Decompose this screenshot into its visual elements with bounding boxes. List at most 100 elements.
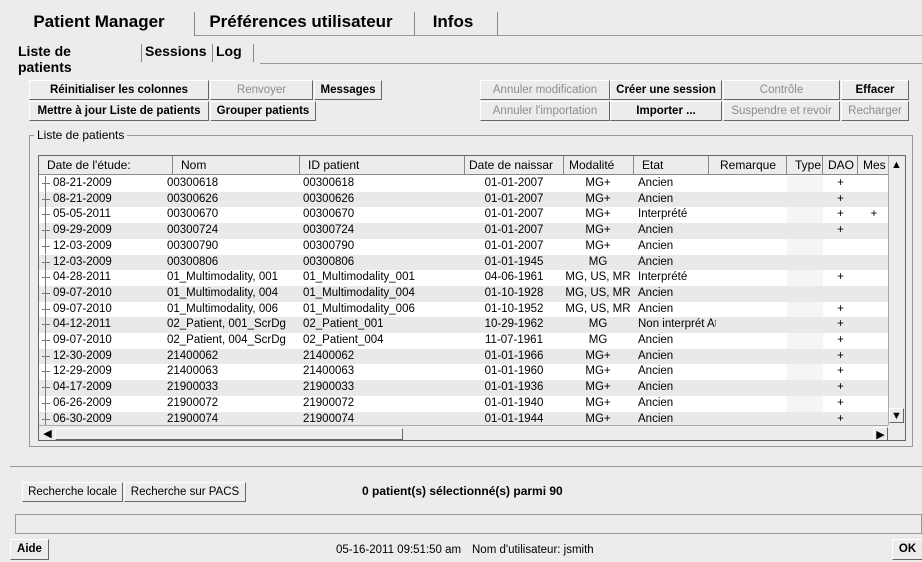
table-row[interactable]: 12-03-2009 00300806 00300806 01-01-1945 MG An… bbox=[39, 254, 890, 271]
tab-log[interactable]: Log bbox=[216, 41, 242, 63]
table-row[interactable]: 06-26-2009 21900072 21900072 01-01-1940 MG+ A… bbox=[39, 395, 890, 412]
table-row[interactable]: 05-05-2011 00300670 00300670 01-01-2007 MG+ I… bbox=[39, 207, 890, 223]
cell-name: 01_Multimodality, 006 bbox=[167, 302, 279, 315]
cancel-modification-button[interactable]: Annuler modification bbox=[480, 80, 610, 100]
tab-separator bbox=[497, 12, 498, 36]
tree-expander-icon[interactable] bbox=[42, 333, 50, 349]
create-session-button[interactable]: Créer une session bbox=[610, 80, 722, 100]
table-row[interactable]: 06-30-2009 21900074 21900074 01-01-1944 MG+ A… bbox=[39, 411, 890, 426]
table-row[interactable]: 08-21-2009 00300626 00300626 01-01-2007 MG+ A… bbox=[39, 191, 890, 208]
column-header-study-date[interactable]: Date de l'étude: bbox=[39, 156, 173, 175]
table-row[interactable]: 09-29-2009 00300724 00300724 01-01-2007 MG+ A… bbox=[39, 223, 890, 239]
cell-name: 02_Patient, 004_ScrDg bbox=[167, 334, 286, 346]
cell-messages bbox=[858, 333, 890, 349]
tree-expander-icon[interactable] bbox=[42, 207, 50, 223]
erase-button[interactable]: Effacer bbox=[841, 80, 909, 100]
cell-state: Ancien bbox=[638, 224, 674, 237]
cell-type bbox=[787, 396, 823, 412]
cell-name: 02_Patient, 001_ScrDg bbox=[167, 318, 286, 331]
tab-separator bbox=[253, 44, 254, 62]
scroll-down-icon[interactable]: ▼ bbox=[889, 408, 904, 423]
tree-expander-icon[interactable] bbox=[42, 238, 50, 255]
tree-expander-icon[interactable] bbox=[42, 191, 50, 208]
table-row[interactable]: 04-12-2011 02_Patient, 001_ScrDg 02_Patien… bbox=[39, 317, 890, 333]
table-row[interactable]: 08-21-2009 00300618 00300618 01-01-2007 MG+ A… bbox=[39, 176, 890, 192]
table-row[interactable]: 09-07-2010 01_Multimodality, 004 01_Multim… bbox=[39, 285, 890, 302]
horizontal-scrollbar[interactable]: ◀ ▶ bbox=[39, 425, 890, 440]
suspend-review-button[interactable]: Suspendre et revoir bbox=[723, 101, 840, 121]
tree-expander-icon[interactable] bbox=[42, 301, 50, 318]
cell-patient-id: 21900072 bbox=[303, 396, 355, 409]
tree-expander-icon[interactable] bbox=[42, 380, 50, 396]
messages-button[interactable]: Messages bbox=[314, 80, 382, 100]
column-header-type[interactable]: Type bbox=[787, 156, 823, 175]
table-row[interactable]: 09-07-2010 02_Patient, 004_ScrDg 02_Patien… bbox=[39, 333, 890, 349]
column-header-patient-id[interactable]: ID patient bbox=[300, 156, 465, 175]
cell-remark bbox=[711, 317, 785, 333]
ok-button[interactable]: OK bbox=[892, 539, 922, 560]
update-patient-list-button[interactable]: Mettre à jour Liste de patients bbox=[29, 101, 209, 121]
tree-expander-icon[interactable] bbox=[42, 411, 50, 425]
scroll-left-icon[interactable]: ◀ bbox=[40, 427, 55, 440]
tab-user-preferences[interactable]: Préférences utilisateur bbox=[196, 9, 406, 36]
tree-expander-icon[interactable] bbox=[42, 254, 50, 271]
column-header-state[interactable]: Etat bbox=[634, 156, 709, 175]
control-button[interactable]: Contrôle bbox=[723, 80, 840, 100]
cell-modality: MG, US, MR bbox=[565, 302, 631, 315]
cell-patient-id: 01_Multimodality_006 bbox=[303, 302, 415, 315]
table-row[interactable]: 12-30-2009 21400062 21400062 01-01-1966 MG+ A… bbox=[39, 348, 890, 365]
table-row[interactable]: 12-29-2009 21400063 21400063 01-01-1960 MG+ A… bbox=[39, 364, 890, 380]
tree-expander-icon[interactable] bbox=[42, 395, 50, 412]
cancel-import-button[interactable]: Annuler l'importation bbox=[480, 101, 610, 121]
group-patients-button[interactable]: Grouper patients bbox=[210, 101, 316, 121]
tree-expander-icon[interactable] bbox=[42, 223, 50, 239]
tree-expander-icon[interactable] bbox=[42, 317, 50, 333]
reset-columns-button[interactable]: Réinitialiser les colonnes bbox=[29, 80, 209, 100]
tree-expander-icon[interactable] bbox=[42, 270, 50, 286]
scroll-up-icon[interactable]: ▲ bbox=[889, 158, 904, 173]
column-header-remark[interactable]: Remarque bbox=[709, 156, 787, 175]
cell-type bbox=[787, 192, 823, 208]
datetime-display: 05-16-2011 09:51:50 am bbox=[336, 544, 462, 556]
tree-expander-icon[interactable] bbox=[42, 364, 50, 380]
scroll-right-icon[interactable]: ▶ bbox=[873, 427, 888, 440]
tree-expander-icon[interactable] bbox=[42, 348, 50, 365]
column-header-modality[interactable]: Modalité bbox=[564, 156, 634, 175]
tab-patient-manager[interactable]: Patient Manager bbox=[14, 9, 184, 36]
column-header-birth-date[interactable]: Date de naissar bbox=[465, 156, 564, 175]
cell-birth-date: 01-01-1960 bbox=[484, 365, 544, 378]
help-button[interactable]: Aide bbox=[10, 539, 49, 560]
tab-sessions[interactable]: Sessions bbox=[145, 41, 206, 63]
tree-expander-icon[interactable] bbox=[42, 285, 50, 302]
cell-patient-id: 21400063 bbox=[303, 365, 355, 378]
column-header-messages[interactable]: Mes bbox=[858, 156, 890, 175]
tab-patient-list[interactable]: Liste de patients bbox=[18, 41, 72, 75]
cell-dao: + bbox=[837, 318, 844, 331]
resend-button[interactable]: Renvoyer bbox=[210, 80, 313, 100]
cell-patient-id: 21900074 bbox=[303, 412, 355, 425]
cell-birth-date: 01-10-1952 bbox=[484, 302, 544, 315]
cell-dao bbox=[823, 286, 858, 302]
vertical-scrollbar[interactable]: ▲ ▼ bbox=[888, 156, 905, 425]
cell-messages bbox=[858, 412, 890, 426]
column-header-dao[interactable]: DAO bbox=[823, 156, 858, 175]
cell-birth-date: 01-01-1966 bbox=[484, 349, 544, 362]
import-button[interactable]: Importer ... bbox=[610, 101, 722, 121]
pacs-search-button[interactable]: Recherche sur PACS bbox=[124, 482, 246, 502]
cell-modality: MG+ bbox=[585, 396, 611, 409]
table-row[interactable]: 04-17-2009 21900033 21900033 01-01-1936 MG+ A… bbox=[39, 380, 890, 396]
table-row[interactable]: 09-07-2010 01_Multimodality, 006 01_Multim… bbox=[39, 301, 890, 318]
horizontal-scroll-thumb[interactable] bbox=[55, 428, 403, 440]
table-row[interactable]: 04-28-2011 01_Multimodality, 001 01_Multim… bbox=[39, 270, 890, 286]
cell-remark bbox=[711, 207, 785, 223]
tree-expander-icon[interactable] bbox=[42, 176, 50, 192]
local-search-button[interactable]: Recherche locale bbox=[22, 482, 123, 502]
reload-button[interactable]: Recharger bbox=[841, 101, 909, 121]
cell-remark bbox=[711, 333, 785, 349]
column-header-name[interactable]: Nom bbox=[173, 156, 300, 175]
cell-state: Ancien bbox=[638, 239, 674, 252]
cell-name: 00300806 bbox=[167, 255, 219, 268]
tab-infos[interactable]: Infos bbox=[416, 9, 490, 36]
cell-dao: + bbox=[837, 192, 844, 205]
table-row[interactable]: 12-03-2009 00300790 00300790 01-01-2007 MG+ A… bbox=[39, 238, 890, 255]
